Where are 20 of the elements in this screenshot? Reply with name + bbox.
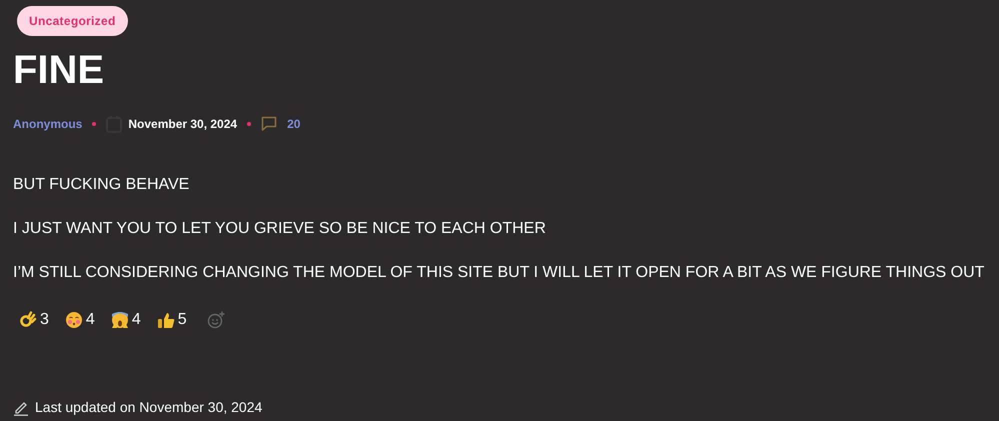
last-updated-text: Last updated on November 30, 2024 <box>35 398 262 417</box>
pencil-icon <box>13 400 29 416</box>
add-reaction-button[interactable] <box>206 311 225 329</box>
thumbs-up-icon <box>156 311 175 329</box>
author-link[interactable]: Anonymous <box>13 115 82 133</box>
comment-icon <box>261 116 278 132</box>
reaction-button[interactable]: 3 <box>19 308 49 332</box>
post-date: November 30, 2024 <box>128 116 238 133</box>
reaction-button[interactable]: 4 <box>110 308 141 332</box>
reaction-button[interactable]: 4 <box>64 308 95 332</box>
add-emoji-icon <box>206 311 225 329</box>
kissing-face-icon <box>64 311 83 329</box>
paragraph: I’M STILL CONSIDERING CHANGING THE MODEL OF THIS SITE BUT I WILL LET IT OPEN FOR A BIT AS WE FIGURE THINGS OUT <box>13 264 986 282</box>
ok-hand-icon <box>19 311 37 329</box>
paragraph: I JUST WANT YOU TO LET YOU GRIEVE SO BE NICE TO EACH OTHER <box>13 220 547 238</box>
post-title: FINE <box>13 50 106 90</box>
paragraph: BUT FUCKING BEHAVE <box>13 176 190 194</box>
comment-count[interactable]: 20 <box>287 115 300 133</box>
reaction-button[interactable]: 5 <box>156 308 187 332</box>
screaming-face-icon <box>110 311 129 329</box>
